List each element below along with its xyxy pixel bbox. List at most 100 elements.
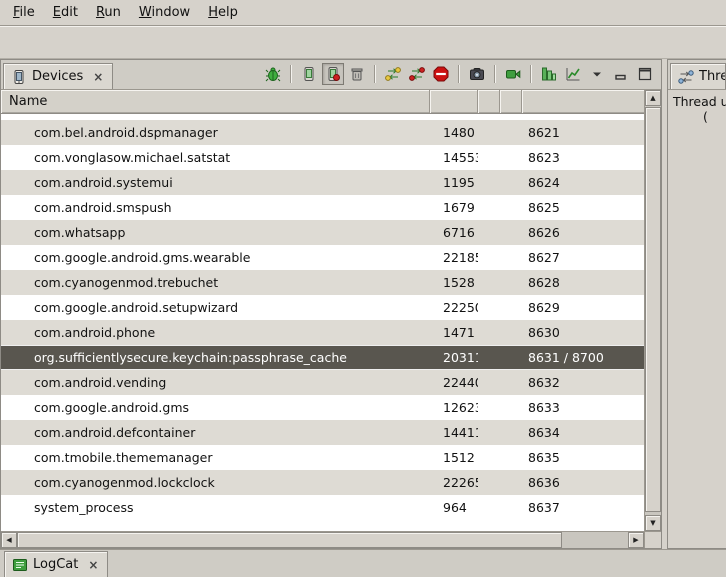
device-rows: com.bel.android.dspmanager14808621com.vo…	[1, 114, 644, 531]
screen-capture-icon[interactable]	[466, 63, 488, 85]
process-port: 8628	[522, 275, 644, 290]
process-port: 8633	[522, 400, 644, 415]
logcat-icon	[12, 557, 28, 573]
process-pid: 1480	[430, 125, 478, 140]
device-row[interactable]: com.android.defcontainer144118634	[1, 420, 644, 445]
tab-logcat[interactable]: LogCat ×	[4, 551, 108, 577]
minimize-icon[interactable]	[610, 63, 632, 85]
close-icon[interactable]: ×	[86, 558, 100, 572]
device-row[interactable]: system_process9648637	[1, 495, 644, 520]
process-name: org.sufficientlysecure.keychain:passphra…	[1, 350, 430, 365]
device-row[interactable]: com.google.android.gms.wearable221858627	[1, 245, 644, 270]
process-pid: 22440	[430, 375, 478, 390]
process-pid: 1195	[430, 175, 478, 190]
device-row[interactable]: com.tmobile.thememanager15128635	[1, 445, 644, 470]
process-name: com.tmobile.thememanager	[1, 450, 430, 465]
process-name: com.android.systemui	[1, 175, 430, 190]
menu-help[interactable]: Help	[199, 2, 247, 23]
process-name: system_process	[1, 500, 430, 515]
device-row[interactable]: com.vonglasow.michael.satstat145538623	[1, 145, 644, 170]
menubar: FileEditRunWindowHelp	[0, 0, 726, 26]
column-header-col2[interactable]	[478, 90, 500, 113]
stop-process-icon[interactable]	[430, 63, 452, 85]
menu-edit[interactable]: Edit	[44, 2, 87, 23]
process-port: 8627	[522, 250, 644, 265]
column-header-col1[interactable]	[430, 90, 478, 113]
devices-tabbar: Devices ×	[1, 60, 661, 90]
table-header: Name	[1, 90, 644, 114]
device-row[interactable]: com.android.phone14718630	[1, 320, 644, 345]
process-pid: 22185	[430, 250, 478, 265]
horizontal-scrollbar[interactable]: ◀ ▶	[1, 531, 644, 548]
column-header-col4[interactable]	[522, 90, 644, 113]
scrollbar-corner	[644, 531, 661, 548]
view-menu-icon[interactable]	[586, 63, 608, 85]
debug-icon[interactable]	[262, 63, 284, 85]
process-pid: 1528	[430, 275, 478, 290]
process-pid: 22250	[430, 300, 478, 315]
scroll-up-icon[interactable]: ▲	[645, 90, 661, 106]
cause-gc-icon[interactable]	[346, 63, 368, 85]
scroll-down-icon[interactable]: ▼	[645, 515, 661, 531]
process-pid: 1512	[430, 450, 478, 465]
main-area: Devices × Name com.bel.android.dspmanage…	[0, 59, 726, 549]
device-row[interactable]: com.android.systemui11958624	[1, 170, 644, 195]
update-heap-icon[interactable]	[298, 63, 320, 85]
process-pid: 20311	[430, 350, 478, 365]
app-window: FileEditRunWindowHelp Devices × Name com…	[0, 0, 726, 577]
tab-threads-label: Threads	[699, 69, 726, 84]
process-name: com.android.smspush	[1, 200, 430, 215]
scroll-right-icon[interactable]: ▶	[628, 532, 644, 548]
tab-devices[interactable]: Devices ×	[3, 63, 113, 89]
device-row[interactable]: com.whatsapp67168626	[1, 220, 644, 245]
device-row[interactable]: com.google.android.setupwizard222508629	[1, 295, 644, 320]
close-icon[interactable]: ×	[91, 70, 105, 84]
process-port: 8625	[522, 200, 644, 215]
toolbar-separator	[290, 65, 292, 83]
device-row[interactable]: com.android.vending224408632	[1, 370, 644, 395]
process-pid: 1679	[430, 200, 478, 215]
process-port: 8630	[522, 325, 644, 340]
menu-file[interactable]: File	[4, 2, 44, 23]
line-chart-icon[interactable]	[562, 63, 584, 85]
bottom-scroll-row: ◀ ▶	[1, 531, 661, 548]
capture-video-icon[interactable]	[502, 63, 524, 85]
device-row[interactable]: com.cyanogenmod.lockclock222658636	[1, 470, 644, 495]
tab-threads[interactable]: Threads	[670, 63, 726, 89]
menu-window[interactable]: Window	[130, 2, 199, 23]
column-header-col3[interactable]	[500, 90, 522, 113]
process-port: 8632	[522, 375, 644, 390]
devices-view: Devices × Name com.bel.android.dspmanage…	[0, 59, 662, 549]
maximize-icon[interactable]	[634, 63, 656, 85]
tab-devices-label: Devices	[32, 69, 83, 84]
threads-tabbar: Threads	[668, 60, 726, 90]
process-name: com.google.android.gms	[1, 400, 430, 415]
device-row[interactable]: com.google.android.gms126238633	[1, 395, 644, 420]
device-row[interactable]: com.android.smspush1679 8625	[1, 195, 644, 220]
column-header-name[interactable]: Name	[1, 90, 430, 113]
toolbar-separator	[458, 65, 460, 83]
process-port: 8634	[522, 425, 644, 440]
devices-toolbar	[262, 63, 661, 87]
hierarchy-view-icon[interactable]	[538, 63, 560, 85]
vertical-scroll-thumb[interactable]	[645, 107, 661, 512]
device-row[interactable]: org.sufficientlysecure.keychain:passphra…	[1, 345, 644, 370]
device-row[interactable]: com.bel.android.dspmanager14808621	[1, 120, 644, 145]
process-table: Name com.bel.android.dspmanager14808621c…	[1, 90, 661, 531]
process-pid: 14411	[430, 425, 478, 440]
menu-run[interactable]: Run	[87, 2, 130, 23]
toolbar-separator	[530, 65, 532, 83]
threads-message: Thread up (	[668, 90, 726, 548]
process-name: com.google.android.setupwizard	[1, 300, 430, 315]
process-name: com.cyanogenmod.lockclock	[1, 475, 430, 490]
device-row[interactable]: com.cyanogenmod.trebuchet1528 8628	[1, 270, 644, 295]
vertical-scrollbar[interactable]: ▲ ▼	[644, 90, 661, 531]
process-pid: 22265	[430, 475, 478, 490]
scroll-left-icon[interactable]: ◀	[1, 532, 17, 548]
update-threads-icon[interactable]	[382, 63, 404, 85]
start-profiling-icon[interactable]	[406, 63, 428, 85]
dump-hprof-icon[interactable]	[322, 63, 344, 85]
process-name: com.cyanogenmod.trebuchet	[1, 275, 430, 290]
tab-logcat-label: LogCat	[33, 557, 78, 572]
horizontal-scroll-thumb[interactable]	[17, 532, 562, 548]
